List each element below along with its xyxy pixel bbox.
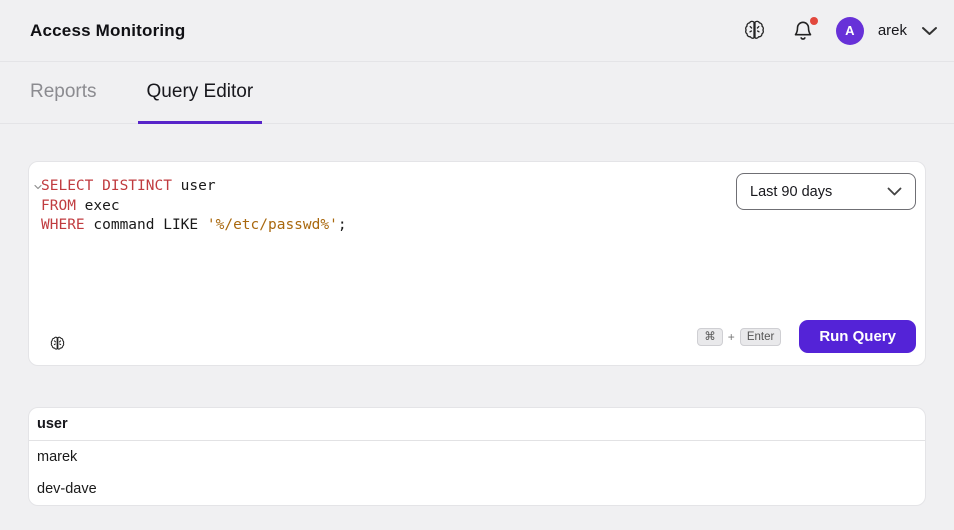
- cmd-key: ⌘: [697, 328, 723, 346]
- time-range-select[interactable]: Last 90 days: [736, 173, 916, 210]
- results-body: marekdev-dave: [29, 441, 925, 506]
- brain-icon: [48, 335, 67, 353]
- query-results-panel: user marekdev-dave: [28, 407, 926, 506]
- ai-query-assist-button[interactable]: [48, 335, 67, 353]
- notifications-button[interactable]: [790, 18, 816, 44]
- code-line: WHERE command LIKE '%/etc/passwd%';: [41, 216, 725, 236]
- enter-key: Enter: [740, 328, 782, 346]
- app-header: Access Monitoring A arek: [0, 0, 954, 62]
- shortcut-separator: +: [728, 330, 735, 344]
- time-range-value: Last 90 days: [750, 184, 832, 200]
- username: arek: [878, 22, 907, 39]
- chevron-down-icon: [887, 187, 902, 196]
- avatar: A: [836, 17, 864, 45]
- page-title: Access Monitoring: [30, 21, 185, 41]
- run-query-row: ⌘ + Enter Run Query: [697, 320, 916, 353]
- chevron-down-icon: [921, 26, 938, 36]
- keyboard-shortcut-hint: ⌘ + Enter: [697, 328, 781, 346]
- tab-reports[interactable]: Reports: [21, 62, 106, 124]
- ai-assistant-button[interactable]: [739, 17, 770, 45]
- sql-code-editor[interactable]: SELECT DISTINCT userFROM execWHERE comma…: [29, 162, 725, 315]
- results-table: user marekdev-dave: [29, 408, 925, 505]
- notification-dot: [810, 17, 818, 25]
- sql-code: SELECT DISTINCT userFROM execWHERE comma…: [41, 177, 725, 236]
- code-line: FROM exec: [41, 197, 725, 217]
- query-editor-panel: SELECT DISTINCT userFROM execWHERE comma…: [28, 161, 926, 366]
- run-query-button[interactable]: Run Query: [799, 320, 916, 353]
- column-header: user: [29, 408, 925, 441]
- table-cell: dev-dave: [29, 473, 925, 505]
- table-cell: marek: [29, 441, 925, 474]
- header-actions: A arek: [739, 17, 938, 45]
- brain-icon: [741, 19, 768, 43]
- table-row: dev-dave: [29, 473, 925, 505]
- code-fold-icon[interactable]: [34, 184, 42, 190]
- tab-bar: Reports Query Editor: [0, 62, 954, 124]
- tab-query-editor[interactable]: Query Editor: [138, 62, 263, 124]
- code-line: SELECT DISTINCT user: [41, 177, 725, 197]
- user-menu[interactable]: A arek: [836, 17, 938, 45]
- results-header-row: user: [29, 408, 925, 441]
- table-row: marek: [29, 441, 925, 474]
